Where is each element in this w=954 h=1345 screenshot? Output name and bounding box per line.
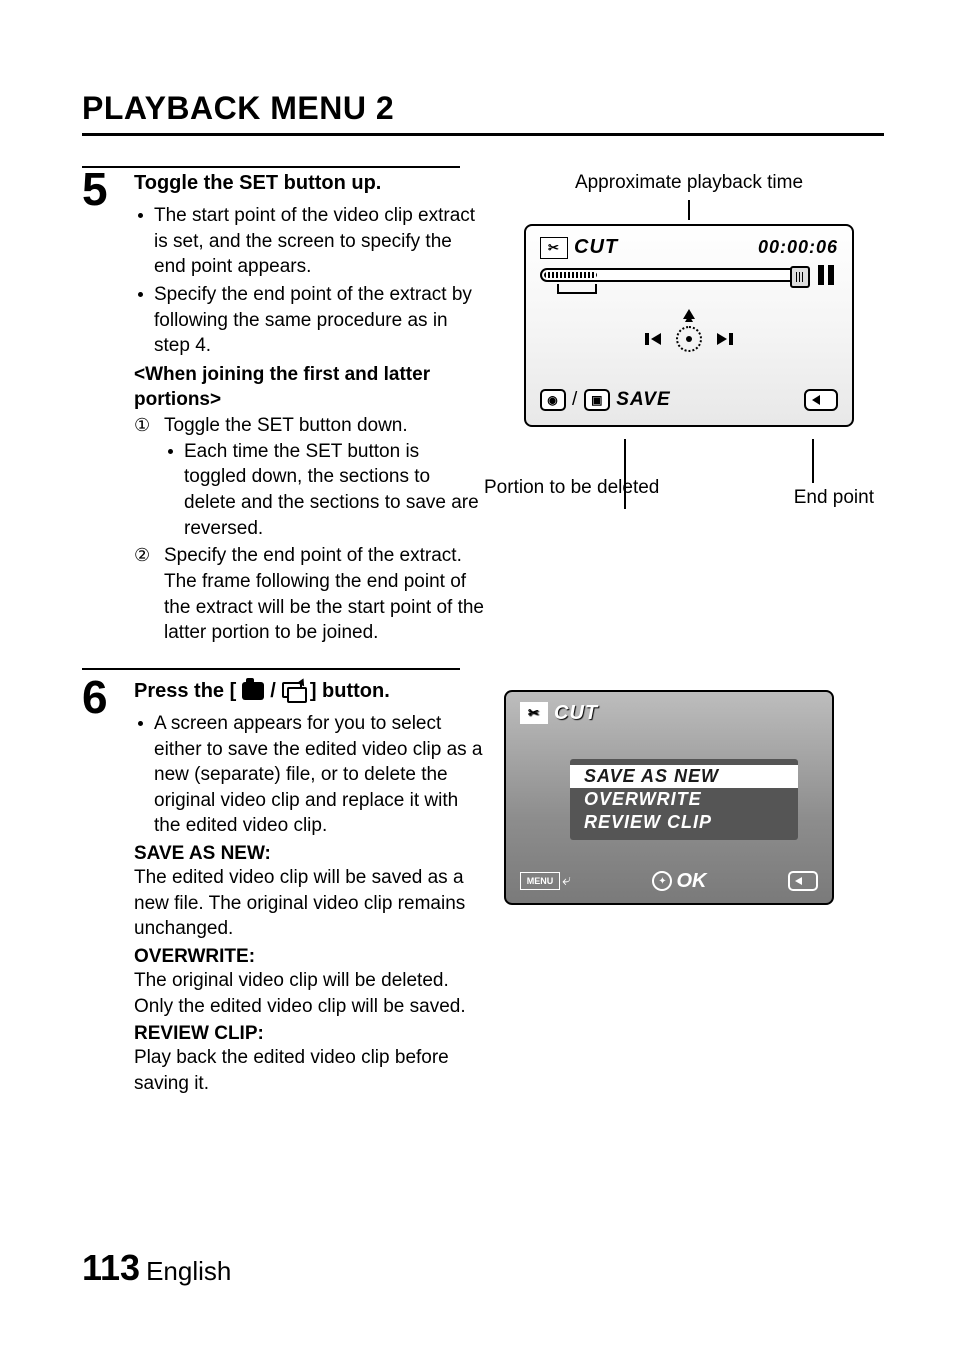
return-icon (788, 871, 818, 891)
step-6-title: Press the [ / ] button. (134, 680, 484, 703)
save-label: SAVE (616, 389, 670, 411)
pause-icon (814, 265, 838, 285)
lcd-screen-2: ✂ CUT SAVE AS NEW OVERWRITE REVIEW CLIP … (504, 690, 834, 905)
option-save-as-new: SAVE AS NEW (570, 765, 798, 788)
step-6-bullet: A screen appears for you to select eithe… (154, 711, 484, 839)
progress-fill (544, 272, 597, 278)
callout-line (688, 200, 690, 220)
ok-label: OK (676, 870, 706, 893)
page-number: 113 (82, 1247, 140, 1288)
step-5-bullet-2: Specify the end point of the extract by … (154, 282, 484, 359)
divider (82, 668, 460, 670)
lcd-screen-1: ✂ CUT 00:00:06 (524, 224, 854, 427)
save-as-new-desc: The edited video clip will be saved as a… (134, 865, 484, 942)
divider (82, 166, 460, 168)
save-as-new-label: SAVE AS NEW: (134, 843, 484, 865)
return-arrow-icon: ⤶ (562, 872, 571, 890)
segment-marker (557, 284, 597, 294)
callout-line (812, 439, 814, 483)
step-number-6: 6 (82, 674, 116, 720)
page-footer: 113English (82, 1247, 231, 1289)
stack-icon (282, 682, 304, 700)
scissors-icon: ✂ (540, 237, 568, 259)
diagram-save-screen: ✂ CUT SAVE AS NEW OVERWRITE REVIEW CLIP … (504, 680, 874, 905)
approx-playback-time-label: Approximate playback time (504, 172, 874, 194)
overwrite-desc: The original video clip will be deleted.… (134, 968, 484, 1019)
option-review-clip: REVIEW CLIP (584, 811, 784, 834)
step-5-bullet-1: The start point of the video clip extrac… (154, 203, 484, 280)
progress-thumb (790, 266, 810, 288)
progress-bar (540, 268, 808, 282)
diagram-cut-screen: Approximate playback time ✂ CUT 00:00:06 (504, 172, 874, 499)
step-5-title: Toggle the SET button up. (134, 172, 484, 195)
review-clip-label: REVIEW CLIP: (134, 1023, 484, 1045)
step-5-circled-1: ① Toggle the SET button down. Each time … (134, 413, 484, 541)
playback-time: 00:00:06 (758, 237, 838, 258)
save-options-list: SAVE AS NEW OVERWRITE REVIEW CLIP (570, 759, 798, 840)
circled-1-text: Toggle the SET button down. (164, 415, 408, 436)
cut-label-2: CUT (554, 702, 598, 725)
dpad-icon (659, 311, 719, 367)
cut-label: CUT (574, 236, 618, 259)
page: PLAYBACK MENU 2 5 Toggle the SET button … (0, 0, 954, 1345)
step-6: 6 Press the [ / ] button. A screen appea… (82, 680, 884, 1097)
step-5-join-heading: <When joining the first and latter porti… (134, 362, 484, 413)
step-5-circled-2: ② Specify the end point of the extract. … (134, 543, 484, 646)
circled-2-text: Specify the end point of the extract. Th… (164, 545, 484, 643)
step-number-5: 5 (82, 166, 116, 212)
option-overwrite: OVERWRITE (584, 788, 784, 811)
page-title: PLAYBACK MENU 2 (82, 90, 884, 136)
circled-1-sub: Each time the SET button is toggled down… (184, 439, 484, 542)
step-6-title-pre: Press the [ (134, 680, 236, 703)
step-6-title-post: ] button. (310, 680, 390, 703)
return-icon (804, 389, 838, 411)
camera-rounded-icon: ◉ (540, 389, 566, 411)
menu-icon: MENU (520, 872, 560, 890)
stack-rounded-icon: ▣ (584, 389, 610, 411)
overwrite-label: OVERWRITE: (134, 946, 484, 968)
end-point-label: End point (794, 487, 874, 509)
camera-icon (242, 682, 264, 700)
callout-line (624, 439, 626, 509)
step-5: 5 Toggle the SET button up. The start po… (82, 172, 884, 648)
circled-2-icon: ② (134, 543, 150, 567)
review-clip-desc: Play back the edited video clip before s… (134, 1045, 484, 1096)
scissors-icon: ✂ (520, 702, 548, 724)
ok-circle-icon: ✦ (652, 871, 672, 891)
page-language: English (146, 1256, 231, 1286)
circled-1-icon: ① (134, 413, 150, 437)
